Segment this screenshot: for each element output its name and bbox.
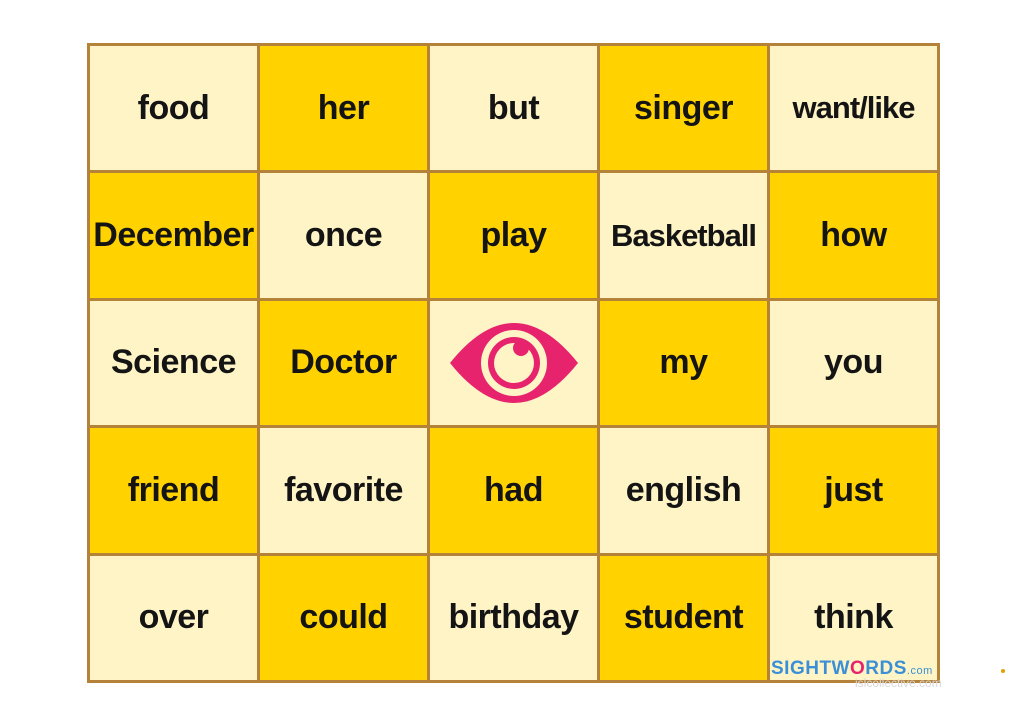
bingo-word: Basketball bbox=[610, 217, 757, 253]
bingo-cell: just bbox=[770, 428, 937, 553]
bingo-word: friend bbox=[127, 470, 220, 509]
bingo-cell: birthday bbox=[430, 555, 597, 680]
logo-text-prefix: SIGHTW bbox=[771, 658, 850, 679]
bingo-cell: could bbox=[260, 555, 427, 680]
bingo-word: December bbox=[93, 216, 254, 255]
bingo-cell: Doctor bbox=[260, 300, 427, 426]
bingo-word: birthday bbox=[448, 598, 579, 637]
eye-icon bbox=[449, 322, 578, 403]
decorative-dot bbox=[1001, 669, 1005, 673]
bingo-word: think bbox=[814, 598, 893, 637]
bingo-cell: play bbox=[430, 173, 597, 298]
bingo-cell: but bbox=[430, 46, 597, 171]
bingo-cell: over bbox=[90, 555, 257, 680]
bingo-word: her bbox=[317, 88, 370, 127]
bingo-cell: student bbox=[600, 555, 767, 680]
bingo-word: how bbox=[820, 216, 887, 255]
bingo-cell: had bbox=[430, 428, 597, 553]
bingo-word: just bbox=[824, 470, 883, 509]
bingo-cell: want/like bbox=[770, 46, 937, 171]
bingo-word: but bbox=[487, 88, 540, 127]
bingo-board: food her but singer want/like December once pla… bbox=[87, 43, 940, 683]
bingo-cell: singer bbox=[600, 46, 767, 171]
bingo-cell: her bbox=[260, 46, 427, 171]
bingo-cell: my bbox=[600, 300, 767, 426]
bingo-word: favorite bbox=[284, 470, 403, 509]
bingo-word: you bbox=[824, 343, 883, 382]
bingo-word: had bbox=[484, 470, 543, 509]
islcollective-watermark: islcollective.com bbox=[855, 676, 942, 690]
bingo-word: english bbox=[625, 470, 742, 509]
bingo-word: Doctor bbox=[290, 343, 397, 382]
bingo-word: food bbox=[137, 88, 210, 127]
bingo-cell: Basketball bbox=[600, 173, 767, 298]
bingo-word: want/like bbox=[792, 90, 916, 126]
bingo-cell: Science bbox=[90, 300, 257, 426]
bingo-word: student bbox=[623, 598, 744, 637]
bingo-word: play bbox=[480, 216, 547, 255]
bingo-cell: english bbox=[600, 428, 767, 553]
bingo-cell: favorite bbox=[260, 428, 427, 553]
bingo-cell: how bbox=[770, 173, 937, 298]
bingo-cell-free bbox=[430, 300, 597, 426]
bingo-word: once bbox=[304, 216, 383, 255]
bingo-cell: food bbox=[90, 46, 257, 171]
bingo-word: singer bbox=[633, 88, 734, 127]
bingo-word: over bbox=[138, 598, 209, 637]
bingo-cell: friend bbox=[90, 428, 257, 553]
bingo-word: my bbox=[659, 343, 708, 382]
bingo-word: could bbox=[299, 598, 388, 637]
bingo-word: Science bbox=[110, 343, 237, 382]
bingo-cell: December bbox=[90, 173, 257, 298]
bingo-cell: once bbox=[260, 173, 427, 298]
bingo-cell: you bbox=[770, 300, 937, 426]
